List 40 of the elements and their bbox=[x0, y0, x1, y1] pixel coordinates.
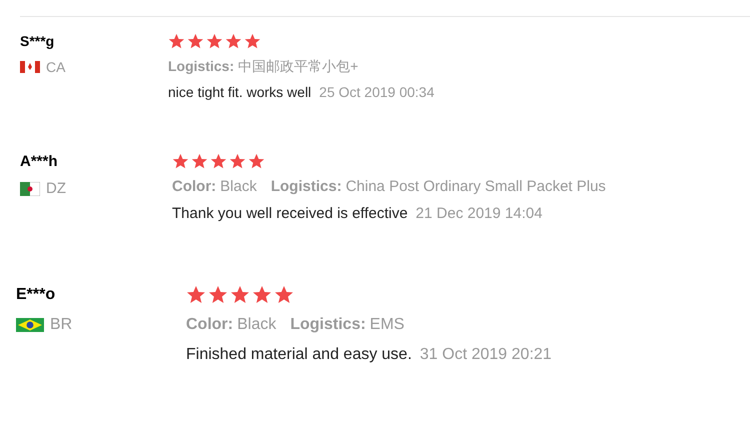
reviewer-name: E***o bbox=[16, 285, 56, 305]
star-icon bbox=[206, 33, 223, 50]
star-icon bbox=[230, 285, 250, 305]
star-icon bbox=[191, 153, 208, 170]
star-icon bbox=[172, 153, 189, 170]
star-icon bbox=[210, 153, 227, 170]
star-icon bbox=[248, 153, 265, 170]
attribute-value: 中国邮政平常小包+ bbox=[238, 58, 358, 76]
attribute-value: Black bbox=[237, 315, 276, 335]
review-date: 21 Dec 2019 14:04 bbox=[416, 204, 542, 224]
star-icon bbox=[244, 33, 261, 50]
star-icon bbox=[229, 153, 246, 170]
attribute-label: Logistics: bbox=[290, 315, 366, 335]
star-icon bbox=[225, 33, 242, 50]
star-icon bbox=[187, 33, 204, 50]
review-date: 31 Oct 2019 20:21 bbox=[420, 345, 552, 365]
attribute-label: Logistics: bbox=[168, 58, 234, 76]
reviewer-name: A***h bbox=[20, 153, 58, 172]
attribute-value: EMS bbox=[370, 315, 404, 335]
star-icon bbox=[274, 285, 294, 305]
country-code: CA bbox=[46, 58, 66, 76]
flag-icon bbox=[16, 318, 44, 332]
review-text: Thank you well received is effective bbox=[172, 204, 408, 224]
star-icon bbox=[252, 285, 272, 305]
flag-icon bbox=[20, 182, 40, 196]
star-icon bbox=[168, 33, 185, 50]
star-icon bbox=[208, 285, 228, 305]
attribute-label: Color: bbox=[186, 315, 234, 335]
attribute-label: Color: bbox=[172, 178, 216, 197]
attribute-value: Black bbox=[220, 178, 257, 197]
review-date: 25 Oct 2019 00:34 bbox=[319, 84, 434, 101]
star-icon bbox=[186, 285, 206, 305]
attribute-value: China Post Ordinary Small Packet Plus bbox=[346, 178, 606, 197]
flag-icon bbox=[20, 61, 40, 74]
review-text: Finished material and easy use. bbox=[186, 345, 412, 365]
reviewer-name: S***g bbox=[20, 33, 54, 50]
country-code: BR bbox=[50, 315, 72, 335]
review-text: nice tight fit. works well bbox=[168, 84, 312, 101]
attribute-label: Logistics: bbox=[270, 178, 342, 197]
country-code: DZ bbox=[46, 180, 66, 198]
